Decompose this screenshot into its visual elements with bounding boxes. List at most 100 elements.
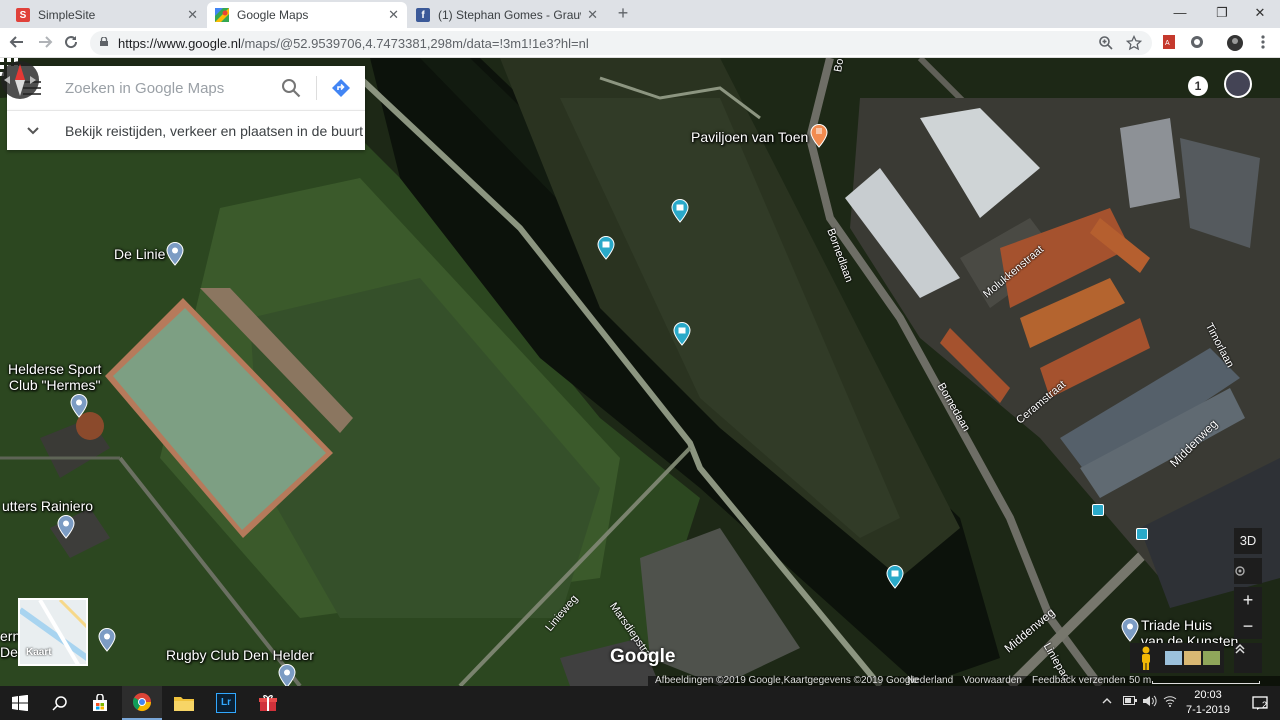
battery-icon[interactable] bbox=[1123, 695, 1137, 709]
zoom-out-button[interactable]: − bbox=[1234, 613, 1262, 639]
reload-button[interactable] bbox=[62, 34, 80, 52]
search-button[interactable] bbox=[281, 78, 301, 98]
address-bar[interactable]: https://www.google.nl/maps/@52.9539706,4… bbox=[90, 31, 1152, 55]
tab-facebook[interactable]: f (1) Stephan Gomes - Grauw wee ✕ bbox=[408, 2, 606, 28]
start-button[interactable] bbox=[0, 686, 40, 720]
compass-icon[interactable] bbox=[0, 58, 40, 102]
search-input[interactable] bbox=[65, 78, 265, 98]
chevron-down-icon bbox=[27, 127, 39, 135]
notification-count: 2 bbox=[1262, 700, 1268, 710]
google-maps-icon bbox=[215, 8, 229, 22]
taskbar-search-button[interactable] bbox=[40, 686, 80, 720]
facebook-icon: f bbox=[416, 8, 430, 22]
place-label-rainiero[interactable]: utters Rainiero bbox=[2, 498, 93, 514]
explore-nearby-bar[interactable]: Bekijk reistijden, verkeer en plaatsen i… bbox=[7, 110, 365, 150]
url-text: https://www.google.nl/maps/@52.9539706,4… bbox=[118, 36, 589, 51]
zoom-in-button[interactable]: + bbox=[1234, 587, 1262, 613]
satellite-imagery bbox=[0, 58, 1280, 686]
photo-pin-icon[interactable] bbox=[673, 322, 691, 346]
extension-icon[interactable] bbox=[1188, 34, 1206, 52]
search-icon bbox=[282, 79, 301, 98]
tab-title: (1) Stephan Gomes - Grauw wee bbox=[438, 8, 581, 22]
chevron-up-icon bbox=[1235, 643, 1245, 654]
place-label-de-linie[interactable]: De Linie bbox=[114, 246, 165, 262]
windows-taskbar: Lr 20:03 7-1-2019 2 bbox=[0, 686, 1280, 720]
lightroom-button[interactable]: Lr bbox=[206, 686, 246, 720]
satellite-map[interactable]: Bekijk reistijden, verkeer en plaatsen i… bbox=[0, 58, 1280, 686]
wifi-icon[interactable] bbox=[1163, 695, 1177, 710]
volume-icon[interactable] bbox=[1143, 695, 1157, 710]
bookmark-star-icon[interactable] bbox=[1126, 35, 1142, 51]
screen: S SimpleSite ✕ Google Maps ✕ f (1) Steph… bbox=[0, 0, 1280, 720]
expand-imagery-button[interactable] bbox=[1234, 643, 1262, 673]
location-icon bbox=[1235, 566, 1245, 576]
imagery-thumb[interactable] bbox=[1184, 651, 1201, 665]
notification-badge[interactable]: 1 bbox=[1188, 76, 1208, 96]
place-pin-icon[interactable] bbox=[57, 515, 75, 539]
url-path: /maps/@52.9539706,4.7473381,298m/data=!3… bbox=[240, 36, 589, 51]
place-label-hermes[interactable]: Helderse Sport Club "Hermes" bbox=[8, 361, 101, 393]
chrome-taskbar-button[interactable] bbox=[122, 686, 162, 720]
place-label-rugby-club[interactable]: Rugby Club Den Helder bbox=[166, 647, 314, 663]
tray-chevron-icon[interactable] bbox=[1102, 695, 1112, 709]
map-layer-label: Kaart bbox=[26, 647, 52, 658]
attribution-text: Afbeeldingen ©2019 Google,Kaartgegevens … bbox=[655, 675, 919, 686]
maximize-button[interactable]: ❐ bbox=[1202, 0, 1242, 28]
windows-start-icon bbox=[12, 695, 28, 711]
close-window-button[interactable]: ✕ bbox=[1240, 0, 1280, 28]
map-footer: Afbeeldingen ©2019 Google,Kaartgegevens … bbox=[648, 674, 1280, 686]
close-tab-icon[interactable]: ✕ bbox=[187, 7, 198, 23]
close-tab-icon[interactable]: ✕ bbox=[587, 7, 598, 23]
photo-pin-icon[interactable] bbox=[886, 565, 904, 589]
place-pin-icon[interactable] bbox=[98, 628, 116, 652]
place-pin-icon[interactable] bbox=[166, 242, 184, 266]
file-explorer-icon bbox=[174, 697, 194, 711]
search-icon bbox=[52, 696, 67, 711]
restaurant-pin-icon[interactable] bbox=[810, 124, 828, 148]
tab-title: SimpleSite bbox=[38, 8, 96, 22]
bus-stop-icon[interactable] bbox=[1136, 528, 1148, 540]
back-button[interactable] bbox=[8, 34, 26, 52]
my-location-button[interactable] bbox=[1234, 558, 1262, 584]
imagery-thumb[interactable] bbox=[1165, 651, 1182, 665]
action-center-button[interactable]: 2 bbox=[1240, 686, 1280, 720]
directions-icon bbox=[332, 79, 350, 97]
minimize-button[interactable]: — bbox=[1160, 0, 1200, 28]
place-label-paviljoen[interactable]: Paviljoen van Toen bbox=[691, 129, 808, 145]
tab-simplesite[interactable]: S SimpleSite ✕ bbox=[8, 2, 206, 28]
place-pin-icon[interactable] bbox=[278, 664, 296, 686]
bus-stop-icon[interactable] bbox=[1092, 504, 1104, 516]
chrome-menu-icon[interactable] bbox=[1254, 34, 1272, 52]
map-layer-toggle[interactable]: Kaart bbox=[18, 598, 88, 666]
pdf-extension-icon[interactable]: A bbox=[1160, 34, 1178, 52]
file-explorer-button[interactable] bbox=[164, 686, 204, 720]
place-pin-icon[interactable] bbox=[70, 394, 88, 418]
tab-google-maps[interactable]: Google Maps ✕ bbox=[207, 2, 407, 28]
close-tab-icon[interactable]: ✕ bbox=[388, 7, 399, 23]
zoom-icon[interactable] bbox=[1098, 35, 1114, 51]
account-avatar[interactable] bbox=[1224, 70, 1252, 98]
store-button[interactable] bbox=[80, 686, 120, 720]
photo-pin-icon[interactable] bbox=[597, 236, 615, 260]
imagery-thumb[interactable] bbox=[1203, 651, 1220, 665]
street-label-partial: Bo bbox=[832, 58, 847, 74]
profile-avatar-icon[interactable] bbox=[1226, 34, 1244, 52]
photo-pin-icon[interactable] bbox=[671, 199, 689, 223]
feedback-link[interactable]: Feedback verzenden bbox=[1032, 674, 1125, 686]
lightroom-icon: Lr bbox=[216, 693, 236, 713]
country-link[interactable]: Nederland bbox=[907, 674, 953, 686]
3d-button[interactable]: 3D bbox=[1234, 528, 1262, 554]
system-clock[interactable]: 20:03 7-1-2019 bbox=[1184, 688, 1232, 718]
place-pin-icon[interactable] bbox=[1121, 618, 1139, 642]
forward-button[interactable] bbox=[36, 34, 54, 52]
explore-nearby-text: Bekijk reistijden, verkeer en plaatsen i… bbox=[65, 123, 364, 139]
terms-link[interactable]: Voorwaarden bbox=[963, 674, 1022, 686]
scale-label[interactable]: 50 m bbox=[1129, 674, 1151, 686]
directions-button[interactable] bbox=[331, 78, 351, 98]
street-view-pegman[interactable] bbox=[1130, 643, 1162, 673]
new-tab-button[interactable]: + bbox=[614, 4, 632, 22]
gift-app-button[interactable] bbox=[248, 686, 288, 720]
back-arrow-icon bbox=[9, 36, 23, 48]
gift-icon bbox=[259, 695, 277, 711]
imagery-thumbnails[interactable] bbox=[1162, 643, 1224, 673]
